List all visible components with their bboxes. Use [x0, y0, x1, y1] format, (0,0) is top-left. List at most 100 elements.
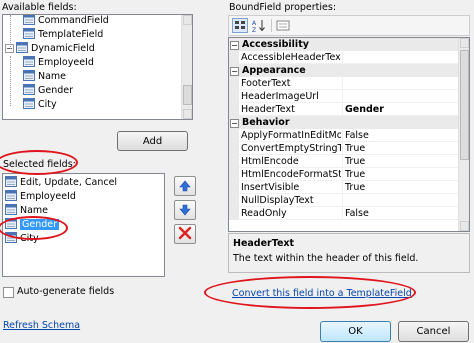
- available-field-label: EmployeeId: [38, 57, 94, 68]
- property-row[interactable]: HeaderText Gender: [229, 103, 459, 116]
- tree-connector: [10, 15, 11, 49]
- available-fields-label: Available fields:: [2, 2, 77, 13]
- property-name: HtmlEncode: [241, 156, 299, 167]
- available-field-item[interactable]: City: [23, 98, 57, 112]
- property-name: FooterText: [241, 78, 291, 89]
- add-button[interactable]: Add: [117, 131, 188, 151]
- selected-field-label: EmployeeId: [20, 191, 76, 202]
- available-field-item[interactable]: Gender: [23, 84, 73, 98]
- selected-field-item[interactable]: Edit, Update, Cancel: [5, 176, 117, 190]
- property-name: HeaderImageUrl: [241, 91, 319, 102]
- property-grid[interactable]: − Accessibility AccessibleHeaderText − Appea…: [228, 37, 470, 232]
- collapse-icon[interactable]: −: [230, 67, 239, 76]
- move-down-button[interactable]: [174, 200, 196, 220]
- property-row[interactable]: FooterText: [229, 77, 459, 90]
- field-icon: [23, 84, 35, 95]
- selected-fields-list[interactable]: Edit, Update, Cancel EmployeeId Name Gender…: [2, 173, 165, 277]
- property-row[interactable]: HtmlEncode True: [229, 155, 459, 168]
- selected-fields-label: Selected fields:: [3, 159, 76, 170]
- auto-generate-label: Auto-generate fields: [17, 286, 115, 297]
- property-name: HtmlEncodeFormatString: [241, 169, 341, 180]
- available-field-label: Gender: [38, 85, 74, 96]
- description-title: HeaderText: [233, 238, 295, 249]
- available-field-label: CommandField: [38, 15, 109, 26]
- available-field-item[interactable]: TemplateField: [23, 28, 103, 42]
- available-fields-tree[interactable]: CommandField TemplateField − DynamicField Em…: [2, 14, 193, 120]
- property-category[interactable]: − Behavior: [229, 116, 459, 129]
- property-name: ApplyFormatInEditMode: [241, 130, 341, 141]
- property-row[interactable]: HtmlEncodeFormatString True: [229, 168, 459, 181]
- property-pages-icon: [276, 20, 290, 31]
- property-name: NullDisplayText: [241, 195, 314, 206]
- property-name: AccessibleHeaderText: [241, 52, 341, 63]
- field-icon: [16, 42, 28, 53]
- selected-field-item[interactable]: Name: [5, 204, 48, 218]
- available-field-label: TemplateField: [38, 29, 104, 40]
- property-row[interactable]: NullDisplayText: [229, 194, 459, 207]
- arrow-down-icon: [179, 204, 191, 216]
- property-row[interactable]: AccessibleHeaderText: [229, 51, 459, 64]
- ok-button[interactable]: OK: [320, 321, 391, 342]
- field-icon: [23, 98, 35, 109]
- field-icon: [23, 56, 35, 67]
- property-value[interactable]: True: [345, 181, 457, 194]
- move-up-button[interactable]: [174, 176, 196, 196]
- svg-text:Z: Z: [252, 27, 256, 33]
- available-field-item[interactable]: CommandField: [23, 15, 109, 28]
- properties-label: BoundField properties:: [229, 2, 337, 13]
- field-icon: [5, 232, 17, 243]
- property-name: ReadOnly: [241, 208, 287, 219]
- field-icon: [5, 176, 17, 187]
- categorized-icon: [235, 21, 245, 29]
- field-icon: [5, 204, 17, 215]
- selected-field-label: Edit, Update, Cancel: [20, 177, 118, 188]
- property-name: InsertVisible: [241, 182, 300, 193]
- available-field-item[interactable]: − DynamicField: [5, 42, 95, 56]
- available-field-item[interactable]: Name: [23, 70, 66, 84]
- sort-alphabetical-icon: A Z: [252, 20, 265, 33]
- available-field-item[interactable]: EmployeeId: [23, 56, 94, 70]
- selected-field-item[interactable]: Gender: [5, 218, 60, 232]
- property-category-label: Behavior: [242, 117, 290, 128]
- property-row[interactable]: ReadOnly False: [229, 207, 459, 220]
- properties-toolbar: A Z: [228, 15, 470, 36]
- property-value[interactable]: False: [345, 129, 457, 142]
- available-field-label: DynamicField: [31, 43, 95, 54]
- available-field-label: Name: [38, 71, 67, 82]
- refresh-schema-link[interactable]: Refresh Schema: [3, 320, 80, 331]
- property-category[interactable]: − Appearance: [229, 64, 459, 77]
- property-value[interactable]: True: [345, 155, 457, 168]
- property-category[interactable]: − Accessibility: [229, 38, 459, 51]
- selected-field-item[interactable]: City: [5, 232, 39, 246]
- field-icon: [5, 218, 17, 229]
- collapse-icon[interactable]: −: [230, 41, 239, 50]
- field-icon: [5, 190, 17, 201]
- delete-field-button[interactable]: [174, 224, 196, 244]
- cancel-button[interactable]: Cancel: [398, 321, 469, 342]
- property-row[interactable]: InsertVisible True: [229, 181, 459, 194]
- property-value[interactable]: True: [345, 168, 457, 181]
- property-name: HeaderText: [241, 104, 295, 115]
- property-category-label: Appearance: [242, 65, 306, 76]
- arrow-up-icon: [179, 180, 191, 192]
- categorized-button[interactable]: [232, 18, 248, 33]
- tree-connector: [10, 56, 11, 106]
- property-value[interactable]: True: [345, 142, 457, 155]
- collapse-icon[interactable]: −: [230, 119, 239, 128]
- available-fields-scrollbar[interactable]: [181, 15, 192, 119]
- property-value[interactable]: False: [345, 207, 457, 220]
- delete-icon: [178, 226, 192, 240]
- property-grid-scrollbar[interactable]: [458, 38, 469, 231]
- property-row[interactable]: ApplyFormatInEditMode False: [229, 129, 459, 142]
- property-pages-button[interactable]: [275, 18, 291, 33]
- property-row[interactable]: ConvertEmptyStringToNull True: [229, 142, 459, 155]
- auto-generate-checkbox[interactable]: [3, 287, 14, 298]
- convert-to-templatefield-link[interactable]: Convert this field into a TemplateField: [232, 288, 412, 299]
- selected-field-label: City: [20, 233, 39, 244]
- alphabetical-button[interactable]: A Z: [251, 18, 267, 33]
- field-icon: [23, 28, 35, 39]
- selected-field-label: Gender: [20, 219, 60, 230]
- property-row[interactable]: HeaderImageUrl: [229, 90, 459, 103]
- property-value[interactable]: Gender: [345, 103, 457, 116]
- selected-field-item[interactable]: EmployeeId: [5, 190, 76, 204]
